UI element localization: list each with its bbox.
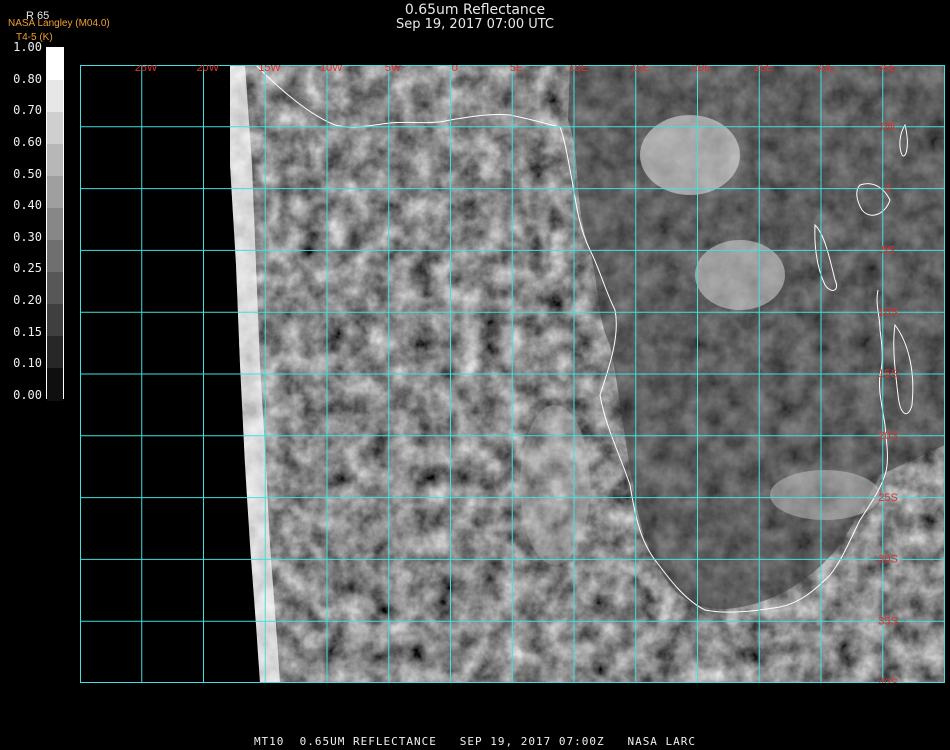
latitude-label: 25S (878, 492, 898, 504)
colorbar-tick-label: 0.00 (13, 388, 42, 402)
colorbar-tick-label: 0.15 (13, 324, 42, 339)
colorbar-segment (47, 240, 63, 273)
colorbar-segment (47, 368, 63, 401)
colorbar-tick-label: 0.60 (13, 134, 42, 149)
image-timestamp: Sep 19, 2017 07:00 UTC (395, 17, 555, 32)
longitude-label: 0 (452, 65, 458, 74)
latitude-label: 35S (878, 615, 898, 627)
colorbar-segment (47, 208, 63, 241)
colorbar-tick-label: 0.80 (13, 71, 42, 86)
colorbar-tick-label: 0.25 (13, 261, 42, 276)
satellite-map: 25W 20W 15W 10W 5W 0 5E 10E 15E 20E 25E 30E 35E 0N 0 5S… (80, 65, 945, 683)
longitude-label: 5W (385, 65, 402, 74)
colorbar-segment (47, 48, 63, 81)
colorbar-tick-label: 0.20 (13, 293, 42, 308)
image-title: 0.65um Reflectance (404, 2, 546, 18)
latitude-label: 0N (881, 121, 895, 133)
colorbar (46, 47, 64, 401)
colorbar-tick-label: 0.50 (13, 166, 42, 181)
longitude-label: 20E (692, 65, 712, 74)
latitude-label: 30S (878, 554, 898, 566)
latitude-label: 15S (878, 368, 898, 380)
colorbar-segment (47, 304, 63, 337)
colorbar-tick-label: 0.40 (13, 198, 42, 213)
credit-label: NASA Langley (M04.0) (8, 18, 110, 29)
latitude-label: 0 (885, 183, 891, 195)
colorbar-segment (47, 272, 63, 305)
longitude-label: 30E (815, 65, 835, 74)
longitude-label: 25W (135, 65, 158, 74)
latitude-label: 20S (878, 430, 898, 442)
colorbar-tick-label: 0.70 (13, 103, 42, 118)
footer-caption: MT10 0.65UM REFLECTANCE SEP 19, 2017 07:… (253, 735, 697, 748)
longitude-label: 25E (754, 65, 774, 74)
colorbar-tick-label: 1.00 (13, 40, 42, 54)
longitude-label: 5E (510, 65, 523, 74)
latitude-label: 5S (881, 245, 894, 257)
longitude-label: 15W (258, 65, 281, 74)
longitude-label: 10W (320, 65, 343, 74)
colorbar-segment (47, 80, 63, 113)
colorbar-tick-label: 0.30 (13, 229, 42, 244)
longitude-label: 10E (568, 65, 588, 74)
latitude-label: 10S (878, 306, 898, 318)
longitude-label: 20W (196, 65, 219, 74)
colorbar-segment (47, 112, 63, 145)
longitude-label: 35E (877, 65, 897, 74)
latitude-label: 40S (878, 677, 898, 683)
longitude-label: 15E (630, 65, 650, 74)
colorbar-tick-label: 0.10 (13, 356, 42, 371)
colorbar-segment (47, 176, 63, 209)
colorbar-segment (47, 336, 63, 369)
colorbar-segment (47, 144, 63, 177)
map-canvas: 25W 20W 15W 10W 5W 0 5E 10E 15E 20E 25E 30E 35E 0N 0 5S… (80, 65, 945, 683)
